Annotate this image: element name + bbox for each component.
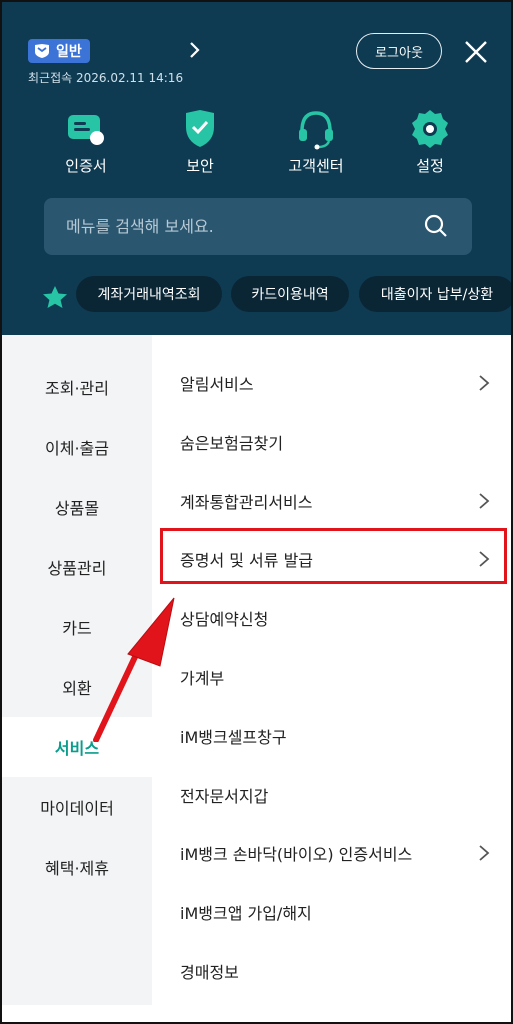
service-menu-list: 알림서비스 숨은보험금찾기 계좌통합관리서비스 증명서 및 서류 발급 상담예약…	[152, 335, 511, 1005]
search-icon[interactable]	[424, 214, 448, 238]
star-icon	[43, 286, 67, 308]
quick-label: 인증서	[65, 157, 107, 175]
search-bar	[44, 198, 472, 255]
chevron-right-icon	[479, 375, 490, 391]
headset-icon	[299, 111, 333, 150]
grade-badge-label: 일반	[56, 44, 82, 60]
menu-item-self-service-window[interactable]: iM뱅크셀프창구	[152, 707, 511, 765]
menu-item-label: iM뱅크셀프창구	[180, 728, 287, 747]
gear-icon	[412, 110, 448, 148]
menu-item-auction-info[interactable]: 경매정보	[152, 942, 511, 1000]
menu-item-label: 경매정보	[180, 963, 239, 982]
menu-item-hidden-insurance[interactable]: 숨은보험금찾기	[152, 413, 511, 471]
menu-item-consultation-reservation[interactable]: 상담예약신청	[152, 589, 511, 647]
header-panel: 일반 최근접속 2026.02.11 14:16 로그아웃 인증서 보안 고객센…	[2, 2, 511, 335]
quick-label: 고객센터	[288, 157, 344, 175]
search-input[interactable]	[64, 216, 428, 237]
menu-item-label: 전자문서지갑	[180, 787, 269, 806]
sidebar-item-card[interactable]: 카드	[2, 597, 152, 657]
sidebar-item-mydata[interactable]: 마이데이터	[2, 777, 152, 837]
sidebar-item-service[interactable]: 서비스	[2, 717, 152, 777]
last-login-text: 최근접속 2026.02.11 14:16	[28, 71, 184, 85]
close-icon[interactable]	[463, 39, 489, 65]
menu-item-label: 가계부	[180, 669, 225, 688]
shield-badge-icon	[35, 44, 49, 58]
quick-label: 보안	[186, 157, 214, 175]
menu-item-label: iM뱅크앱 가입/해지	[180, 904, 312, 923]
chevron-right-icon	[479, 493, 490, 509]
grade-badge[interactable]: 일반	[28, 39, 90, 63]
menu-item-label: 계좌통합관리서비스	[180, 493, 313, 512]
menu-item-certificate-issuance[interactable]: 증명서 및 서류 발급	[152, 530, 511, 588]
menu-item-label: 상담예약신청	[180, 610, 269, 629]
quick-security[interactable]: 보안	[160, 107, 240, 176]
sidebar-item-benefits[interactable]: 혜택·제휴	[2, 837, 152, 897]
menu-item-household-ledger[interactable]: 가계부	[152, 648, 511, 706]
chevron-right-icon	[479, 551, 490, 567]
menu-item-account-integration[interactable]: 계좌통합관리서비스	[152, 472, 511, 530]
menu-item-label: 숨은보험금찾기	[180, 434, 284, 453]
menu-item-e-document-wallet[interactable]: 전자문서지갑	[152, 766, 511, 824]
quick-customer-center[interactable]: 고객센터	[276, 107, 356, 176]
chevron-right-icon	[479, 845, 490, 861]
favorite-chip[interactable]: 카드이용내역	[231, 276, 349, 312]
menu-item-palm-bio-auth[interactable]: iM뱅크 손바닥(바이오) 인증서비스	[152, 824, 511, 882]
shield-check-icon	[186, 110, 214, 147]
logout-button[interactable]: 로그아웃	[356, 33, 442, 69]
quick-certificate[interactable]: 인증서	[46, 107, 126, 176]
chevron-right-icon[interactable]	[185, 40, 205, 60]
sidebar-item-inquiry[interactable]: 조회·관리	[2, 357, 152, 417]
menu-item-app-join-cancel[interactable]: iM뱅크앱 가입/해지	[152, 883, 511, 941]
quick-label: 설정	[416, 157, 444, 175]
menu-item-label: 증명서 및 서류 발급	[180, 551, 314, 570]
menu-item-notification-service[interactable]: 알림서비스	[152, 354, 511, 412]
favorite-chip[interactable]: 계좌거래내역조회	[76, 276, 222, 312]
favorite-chip[interactable]: 대출이자 납부/상환	[359, 276, 511, 312]
sidebar-item-products-mall[interactable]: 상품몰	[2, 477, 152, 537]
menu-item-label: iM뱅크 손바닥(바이오) 인증서비스	[180, 845, 413, 864]
sidebar-item-product-management[interactable]: 상품관리	[2, 537, 152, 597]
category-sidebar: 조회·관리 이체·출금 상품몰 상품관리 카드 외환 서비스 마이데이터 혜택·…	[2, 335, 152, 1005]
menu-item-label: 알림서비스	[180, 375, 254, 394]
sidebar-item-transfer[interactable]: 이체·출금	[2, 417, 152, 477]
app-frame: 일반 최근접속 2026.02.11 14:16 로그아웃 인증서 보안 고객센…	[0, 0, 513, 1024]
quick-settings[interactable]: 설정	[390, 107, 470, 176]
sidebar-item-foreign-exchange[interactable]: 외환	[2, 657, 152, 717]
certificate-icon	[68, 115, 104, 145]
